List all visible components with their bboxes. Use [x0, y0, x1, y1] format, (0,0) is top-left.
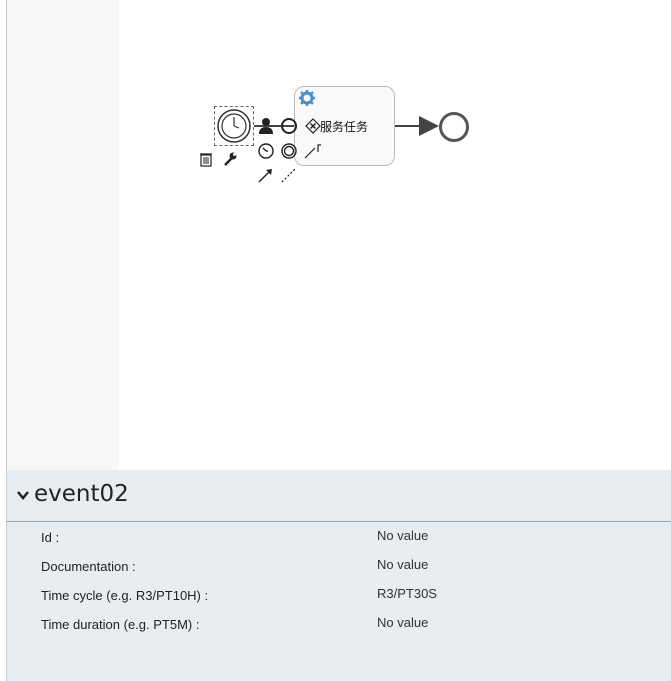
- properties-header[interactable]: event02: [7, 470, 671, 522]
- wrench-icon[interactable]: [222, 151, 238, 167]
- association-icon[interactable]: [280, 166, 298, 184]
- timer-start-event[interactable]: [214, 106, 254, 146]
- timer-icon: [217, 109, 251, 143]
- time-duration-value[interactable]: No value: [377, 615, 428, 630]
- gateway-icon[interactable]: [305, 118, 321, 134]
- documentation-label: Documentation :: [41, 559, 136, 574]
- end-event-small-icon[interactable]: [280, 142, 298, 160]
- chevron-down-icon[interactable]: [17, 490, 29, 500]
- delete-icon[interactable]: [199, 151, 213, 167]
- documentation-value[interactable]: No value: [377, 557, 428, 572]
- properties-panel: event02 Id : No value Documentation : No…: [6, 470, 671, 681]
- id-value[interactable]: No value: [377, 528, 428, 543]
- text-annotation-icon[interactable]: [303, 142, 325, 160]
- time-cycle-value[interactable]: R3/PT30S: [377, 586, 437, 601]
- gear-icon: [299, 90, 315, 106]
- flow-layer: [254, 116, 439, 136]
- properties-title: event02: [34, 481, 129, 507]
- time-duration-label: Time duration (e.g. PT5M) :: [41, 617, 200, 632]
- service-task-label: 服务任务: [320, 120, 369, 134]
- user-task-icon[interactable]: [257, 117, 275, 135]
- id-label: Id :: [41, 530, 60, 545]
- end-event[interactable]: [439, 112, 469, 142]
- sequence-flow-icon[interactable]: [257, 166, 275, 184]
- intermediate-event-icon[interactable]: [279, 117, 299, 135]
- time-cycle-label: Time cycle (e.g. R3/PT10H) :: [41, 588, 209, 603]
- timer-small-icon[interactable]: [257, 142, 275, 160]
